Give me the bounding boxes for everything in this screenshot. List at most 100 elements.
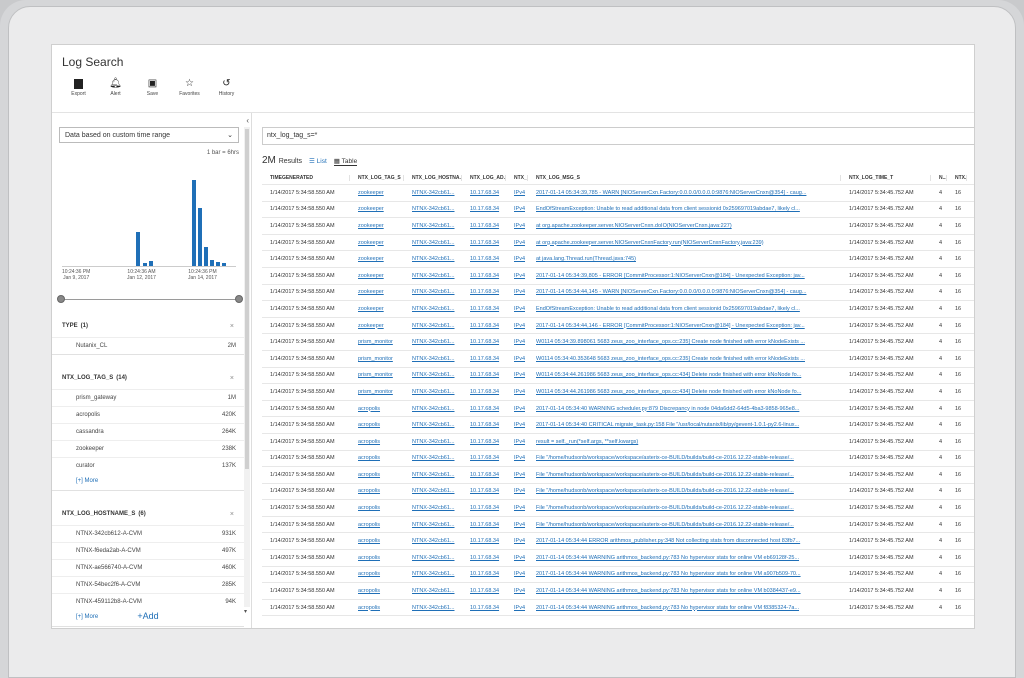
table-cell[interactable]: 2017-01-14 05:34:44 ERROR arithmos_publi… bbox=[528, 538, 841, 544]
table-row[interactable]: 1/14/2017 5:34:58.550 AM zookeeper NTNX-34… bbox=[262, 235, 974, 252]
table-cell[interactable]: 10.17.68.34 bbox=[462, 206, 506, 212]
table-cell[interactable]: 10.17.68.34 bbox=[462, 555, 506, 561]
histogram-bar[interactable] bbox=[204, 247, 208, 266]
table-cell[interactable]: acropolis bbox=[350, 588, 404, 594]
table-row[interactable]: 1/14/2017 5:34:58.550 AM prism_monitor NTN… bbox=[262, 368, 974, 385]
table-cell[interactable]: zookeeper bbox=[350, 190, 404, 196]
table-cell[interactable]: EndOfStreamException: Unable to read add… bbox=[528, 206, 841, 212]
histogram-bar[interactable] bbox=[222, 262, 226, 266]
table-cell[interactable]: NTNX-342cb61... bbox=[404, 455, 462, 461]
table-cell[interactable]: 10.17.68.34 bbox=[462, 472, 506, 478]
table-row[interactable]: 1/14/2017 5:34:58.550 AM zookeeper NTNX-34… bbox=[262, 202, 974, 219]
column-header[interactable]: NTX_LOG_MSG_S bbox=[528, 174, 841, 181]
table-cell[interactable]: prism_monitor bbox=[350, 389, 404, 395]
table-row[interactable]: 1/14/2017 5:34:58.550 AM prism_monitor NTN… bbox=[262, 384, 974, 401]
slider-start-handle[interactable] bbox=[57, 295, 65, 303]
table-cell[interactable]: 2017-01-14 05:34:39,785 - WARN [NIOServe… bbox=[528, 190, 841, 196]
facet-value-row[interactable]: NTNX-54bec2f6-A-CVM 285K bbox=[52, 576, 244, 593]
slider-end-handle[interactable] bbox=[235, 295, 243, 303]
time-range-slider[interactable] bbox=[57, 295, 243, 303]
table-cell[interactable]: 2017-01-14 05:34:40 WARNING scheduler.py… bbox=[528, 406, 841, 412]
table-cell[interactable]: IPv4 bbox=[506, 571, 528, 577]
column-header[interactable]: TIMEGENERATED bbox=[262, 174, 350, 181]
table-cell[interactable]: zookeeper bbox=[350, 256, 404, 262]
query-input[interactable]: ntx_log_tag_s=* bbox=[262, 127, 974, 145]
table-cell[interactable]: W0114 05:34:44.261986 5683 zeus_zoo_inte… bbox=[528, 372, 841, 378]
histogram-bar[interactable] bbox=[136, 232, 140, 266]
table-cell[interactable]: 10.17.68.34 bbox=[462, 323, 506, 329]
add-facet-button[interactable]: +Add bbox=[52, 611, 244, 621]
table-row[interactable]: 1/14/2017 5:34:58.550 AM zookeeper NTNX-34… bbox=[262, 251, 974, 268]
table-cell[interactable]: IPv4 bbox=[506, 339, 528, 345]
facet-header[interactable]: NTX_LOG_HOSTNAME_S (6) × bbox=[52, 503, 244, 525]
table-cell[interactable]: 2017-01-14 05:34:44,145 - WARN [NIOServe… bbox=[528, 289, 841, 295]
table-cell[interactable]: IPv4 bbox=[506, 455, 528, 461]
table-cell[interactable]: 2017-01-14 05:34:44,146 - ERROR [CommitP… bbox=[528, 323, 841, 329]
table-row[interactable]: 1/14/2017 5:34:58.550 AM zookeeper NTNX-34… bbox=[262, 285, 974, 302]
table-cell[interactable]: acropolis bbox=[350, 538, 404, 544]
table-cell[interactable]: IPv4 bbox=[506, 538, 528, 544]
table-cell[interactable]: W0114 05:34:40.353648 5683 zeus_zoo_inte… bbox=[528, 356, 841, 362]
table-cell[interactable]: IPv4 bbox=[506, 256, 528, 262]
table-cell[interactable]: acropolis bbox=[350, 455, 404, 461]
facet-value-row[interactable]: NTNX-459112b8-A-CVM 94K bbox=[52, 593, 244, 610]
table-cell[interactable]: 10.17.68.34 bbox=[462, 439, 506, 445]
facet-value-row[interactable]: NTNX-f6eda2ab-A-CVM 497K bbox=[52, 542, 244, 559]
time-histogram[interactable] bbox=[62, 159, 236, 267]
table-cell[interactable]: NTNX-342cb61... bbox=[404, 555, 462, 561]
table-cell[interactable]: zookeeper bbox=[350, 289, 404, 295]
table-cell[interactable]: NTNX-342cb61... bbox=[404, 240, 462, 246]
table-cell[interactable]: acropolis bbox=[350, 472, 404, 478]
more-link[interactable]: [+] More bbox=[52, 474, 244, 490]
table-cell[interactable]: NTNX-342cb61... bbox=[404, 472, 462, 478]
table-cell[interactable]: NTNX-342cb61... bbox=[404, 439, 462, 445]
column-header[interactable]: NTX_LOG_TIME_T bbox=[841, 174, 931, 181]
table-row[interactable]: 1/14/2017 5:34:58.550 AM acropolis NTNX-34… bbox=[262, 434, 974, 451]
table-cell[interactable]: IPv4 bbox=[506, 190, 528, 196]
view-table-tab[interactable]: ▦ Table bbox=[333, 157, 358, 166]
table-cell[interactable]: 10.17.68.34 bbox=[462, 588, 506, 594]
table-cell[interactable]: zookeeper bbox=[350, 223, 404, 229]
table-row[interactable]: 1/14/2017 5:34:58.550 AM acropolis NTNX-34… bbox=[262, 517, 974, 534]
table-cell[interactable]: IPv4 bbox=[506, 555, 528, 561]
table-cell[interactable]: acropolis bbox=[350, 571, 404, 577]
table-cell[interactable]: NTNX-342cb61... bbox=[404, 356, 462, 362]
facet-header[interactable]: TYPE (1) × bbox=[52, 315, 244, 337]
table-row[interactable]: 1/14/2017 5:34:58.550 AM zookeeper NTNX-34… bbox=[262, 268, 974, 285]
table-cell[interactable]: NTNX-342cb61... bbox=[404, 372, 462, 378]
table-cell[interactable]: acropolis bbox=[350, 422, 404, 428]
table-cell[interactable]: IPv4 bbox=[506, 323, 528, 329]
table-row[interactable]: 1/14/2017 5:34:58.550 AM zookeeper NTNX-34… bbox=[262, 185, 974, 202]
table-cell[interactable]: 10.17.68.34 bbox=[462, 422, 506, 428]
table-cell[interactable]: acropolis bbox=[350, 439, 404, 445]
table-cell[interactable]: 10.17.68.34 bbox=[462, 455, 506, 461]
table-cell[interactable]: IPv4 bbox=[506, 273, 528, 279]
table-cell[interactable]: zookeeper bbox=[350, 323, 404, 329]
table-cell[interactable]: 2017-01-14 05:34:44 WARNING arithmos_bac… bbox=[528, 605, 841, 611]
table-cell[interactable]: 10.17.68.34 bbox=[462, 223, 506, 229]
table-cell[interactable]: 10.17.68.34 bbox=[462, 538, 506, 544]
histogram-bar[interactable] bbox=[149, 260, 153, 266]
table-row[interactable]: 1/14/2017 5:34:58.550 AM acropolis NTNX-34… bbox=[262, 550, 974, 567]
save-button[interactable]: ▣ Save bbox=[136, 78, 169, 97]
table-cell[interactable]: EndOfStreamException: Unable to read add… bbox=[528, 306, 841, 312]
table-cell[interactable]: 10.17.68.34 bbox=[462, 273, 506, 279]
panel-scrollbar[interactable]: ▾ bbox=[244, 127, 250, 615]
table-row[interactable]: 1/14/2017 5:34:58.550 AM zookeeper NTNX-34… bbox=[262, 301, 974, 318]
table-cell[interactable]: 10.17.68.34 bbox=[462, 522, 506, 528]
table-cell[interactable]: zookeeper bbox=[350, 240, 404, 246]
table-row[interactable]: 1/14/2017 5:34:58.550 AM zookeeper NTNX-34… bbox=[262, 318, 974, 335]
table-cell[interactable]: IPv4 bbox=[506, 588, 528, 594]
table-cell[interactable]: 10.17.68.34 bbox=[462, 190, 506, 196]
table-cell[interactable]: NTNX-342cb61... bbox=[404, 571, 462, 577]
table-cell[interactable]: IPv4 bbox=[506, 439, 528, 445]
column-header[interactable]: NTX_LOG_AD... bbox=[462, 174, 506, 181]
table-cell[interactable]: IPv4 bbox=[506, 472, 528, 478]
alert-button[interactable]: 🔔︎ Alert bbox=[99, 78, 132, 97]
table-row[interactable]: 1/14/2017 5:34:58.550 AM acropolis NTNX-34… bbox=[262, 467, 974, 484]
table-row[interactable]: 1/14/2017 5:34:58.550 AM acropolis NTNX-34… bbox=[262, 401, 974, 418]
table-cell[interactable]: NTNX-342cb61... bbox=[404, 223, 462, 229]
table-row[interactable]: 1/14/2017 5:34:58.550 AM prism_monitor NTN… bbox=[262, 351, 974, 368]
table-cell[interactable]: IPv4 bbox=[506, 389, 528, 395]
table-cell[interactable]: at java.lang.Thread.run(Thread.java:745) bbox=[528, 256, 841, 262]
